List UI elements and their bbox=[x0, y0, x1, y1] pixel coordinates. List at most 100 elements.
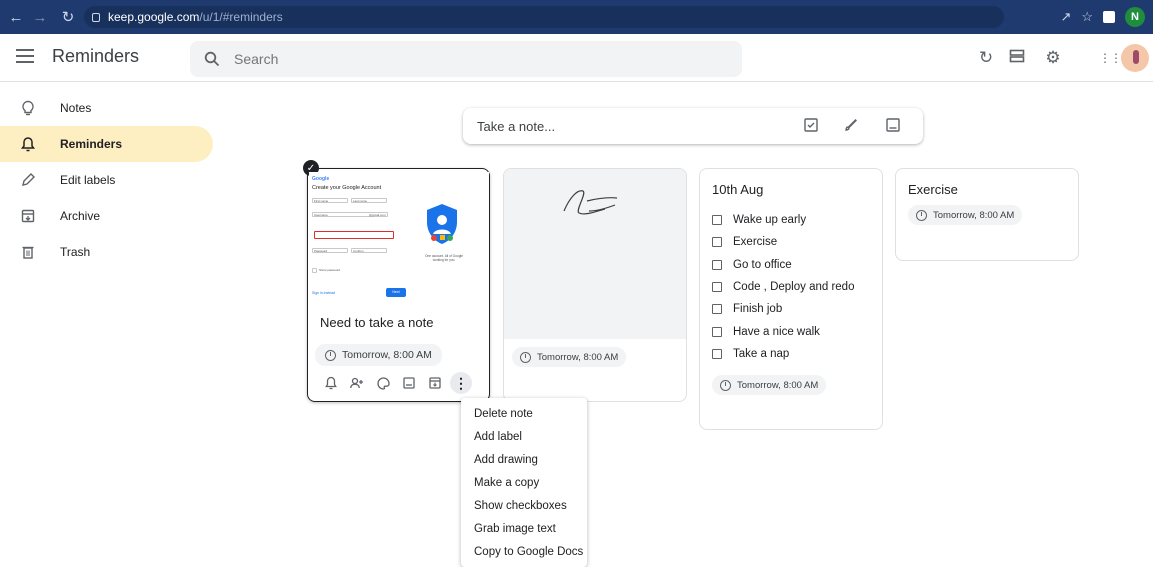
checkbox-icon[interactable] bbox=[712, 348, 722, 359]
list-view-icon[interactable] bbox=[1007, 48, 1027, 68]
image-field-label: Password bbox=[314, 249, 328, 253]
sidebar-item-notes[interactable]: Notes bbox=[0, 90, 213, 126]
reminder-chip[interactable]: Tomorrow, 8:00 AM bbox=[712, 375, 827, 396]
search-bar[interactable] bbox=[190, 41, 742, 77]
note-title: Exercise bbox=[908, 182, 958, 197]
drawing-canvas bbox=[504, 169, 686, 339]
checklist-item-text: Code , Deploy and redo bbox=[733, 281, 855, 294]
menu-item-show-checkboxes[interactable]: Show checkboxes bbox=[461, 494, 587, 517]
archive-icon[interactable] bbox=[422, 373, 448, 393]
extension-icon[interactable] bbox=[1103, 11, 1115, 23]
browser-toolbar: ← → ↻ keep.google.com/u/1/#reminders ↗ ☆… bbox=[0, 0, 1153, 34]
reminder-text: Tomorrow, 8:00 AM bbox=[933, 209, 1015, 221]
sidebar-item-label: Reminders bbox=[60, 137, 123, 151]
image-field-label: Username bbox=[314, 213, 328, 217]
checklist-item[interactable]: Code , Deploy and redo bbox=[712, 276, 870, 298]
reminder-text: Tomorrow, 8:00 AM bbox=[537, 351, 619, 363]
lightbulb-icon bbox=[20, 100, 36, 116]
image-sign-in-link: Sign in instead bbox=[312, 291, 335, 295]
search-input[interactable] bbox=[234, 51, 714, 67]
menu-item-grab-image-text[interactable]: Grab image text bbox=[461, 517, 587, 540]
menu-item-delete-note[interactable]: Delete note bbox=[461, 402, 587, 425]
note-toolbar: ⋮ bbox=[318, 372, 472, 394]
settings-gear-icon[interactable]: ⚙ bbox=[1043, 48, 1063, 68]
drawing-signature-icon bbox=[563, 190, 618, 215]
checklist-item[interactable]: Finish job bbox=[712, 298, 870, 320]
checkbox-icon[interactable] bbox=[712, 215, 722, 226]
main-menu-icon[interactable] bbox=[16, 49, 34, 63]
checkbox-icon[interactable] bbox=[712, 259, 722, 270]
new-drawing-brush-icon[interactable] bbox=[843, 117, 861, 135]
pencil-icon bbox=[20, 172, 36, 188]
image-show-password: Show password bbox=[319, 268, 341, 272]
checklist-item[interactable]: Have a nice walk bbox=[712, 320, 870, 342]
note-card[interactable]: 10th Aug Wake up early Exercise Go to of… bbox=[699, 168, 883, 430]
image-shield-icon bbox=[427, 204, 457, 244]
apps-grid-icon[interactable]: ⋮⋮⋮ bbox=[1099, 48, 1133, 68]
reminder-text: Tomorrow, 8:00 AM bbox=[737, 379, 819, 391]
archive-icon bbox=[20, 208, 36, 224]
share-icon[interactable]: ↗ bbox=[1060, 9, 1071, 25]
collaborator-icon[interactable] bbox=[344, 373, 370, 393]
add-image-icon[interactable] bbox=[396, 373, 422, 393]
profile-avatar[interactable]: N bbox=[1125, 7, 1145, 27]
sidebar-item-reminders[interactable]: Reminders bbox=[0, 126, 213, 162]
refresh-icon[interactable]: ↻ bbox=[976, 48, 996, 68]
sidebar-item-trash[interactable]: Trash bbox=[0, 234, 213, 270]
sidebar-item-edit-labels[interactable]: Edit labels bbox=[0, 162, 213, 198]
checkbox-icon[interactable] bbox=[712, 237, 722, 248]
clock-icon bbox=[325, 349, 336, 361]
sidebar-item-label: Archive bbox=[60, 209, 101, 223]
remind-me-icon[interactable] bbox=[318, 373, 344, 393]
checklist-item[interactable]: Take a nap bbox=[712, 343, 870, 365]
take-note-placeholder: Take a note... bbox=[477, 118, 556, 134]
bookmark-star-icon[interactable]: ☆ bbox=[1081, 9, 1093, 25]
address-bar[interactable]: keep.google.com/u/1/#reminders bbox=[84, 6, 1004, 28]
image-field-label: First name bbox=[314, 199, 329, 203]
menu-item-make-copy[interactable]: Make a copy bbox=[461, 471, 587, 494]
image-next-button: Next bbox=[386, 288, 406, 297]
image-caption: One account. All of Google working for y… bbox=[425, 254, 463, 262]
reminder-chip[interactable]: Tomorrow, 8:00 AM bbox=[315, 344, 442, 366]
menu-item-add-drawing[interactable]: Add drawing bbox=[461, 448, 587, 471]
checkbox-icon[interactable] bbox=[712, 326, 722, 337]
checkbox-icon[interactable] bbox=[712, 282, 722, 293]
page-title: Reminders bbox=[52, 46, 140, 66]
take-note-bar[interactable]: Take a note... bbox=[463, 108, 923, 144]
reminder-chip[interactable]: Tomorrow, 8:00 AM bbox=[908, 205, 1023, 225]
image-field-label: @gmail.com bbox=[369, 213, 386, 217]
bell-icon bbox=[20, 136, 36, 152]
checkbox-icon[interactable] bbox=[712, 304, 722, 315]
sidebar-item-label: Edit labels bbox=[60, 173, 116, 187]
checklist-item[interactable]: Go to office bbox=[712, 254, 870, 276]
note-card[interactable]: Exercise Tomorrow, 8:00 AM bbox=[895, 168, 1079, 261]
more-options-icon[interactable]: ⋮ bbox=[450, 372, 472, 394]
checklist-item[interactable]: Wake up early bbox=[712, 209, 870, 231]
lock-icon bbox=[92, 12, 100, 22]
url-path: /u/1/#reminders bbox=[199, 10, 283, 24]
checklist-item-text: Exercise bbox=[733, 236, 778, 249]
sidebar-item-archive[interactable]: Archive bbox=[0, 198, 213, 234]
forward-icon[interactable]: → bbox=[32, 9, 48, 26]
menu-item-copy-to-docs[interactable]: Copy to Google Docs bbox=[461, 540, 587, 563]
image-field-label: Confirm bbox=[353, 249, 364, 253]
checklist-item-text: Take a nap bbox=[733, 347, 790, 360]
new-image-icon[interactable] bbox=[885, 117, 903, 135]
back-icon[interactable]: ← bbox=[8, 9, 24, 26]
palette-icon[interactable] bbox=[370, 373, 396, 393]
sidebar: Notes Reminders Edit labels Archive Tras… bbox=[0, 90, 215, 270]
url-domain: keep.google.com bbox=[108, 10, 200, 24]
reminder-chip[interactable]: Tomorrow, 8:00 AM bbox=[512, 347, 627, 367]
trash-icon bbox=[20, 244, 36, 260]
checklist-item-text: Go to office bbox=[733, 258, 792, 271]
note-card[interactable]: Tomorrow, 8:00 AM bbox=[503, 168, 687, 402]
note-title: 10th Aug bbox=[712, 182, 764, 197]
image-heading: Create your Google Account bbox=[312, 185, 382, 191]
account-avatar[interactable] bbox=[1121, 44, 1149, 72]
reload-icon[interactable]: ↻ bbox=[60, 8, 76, 26]
checklist-item[interactable]: Exercise bbox=[712, 231, 870, 253]
search-icon[interactable] bbox=[204, 51, 220, 67]
sidebar-item-label: Notes bbox=[60, 101, 92, 115]
new-list-checkbox-icon[interactable] bbox=[803, 117, 821, 135]
menu-item-add-label[interactable]: Add label bbox=[461, 425, 587, 448]
